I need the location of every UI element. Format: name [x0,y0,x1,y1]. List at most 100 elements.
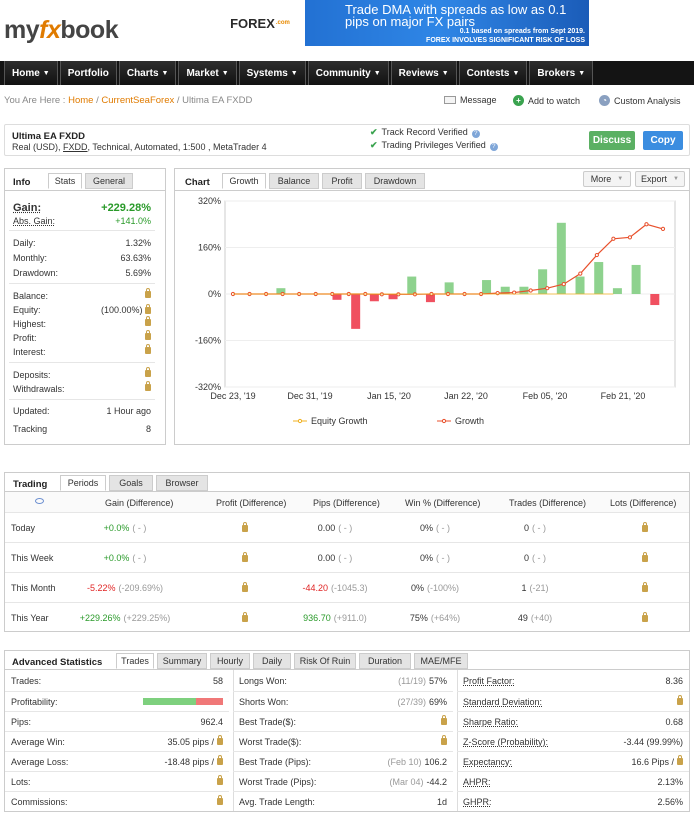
help-icon[interactable]: ? [471,130,480,138]
stat-label: Profitability: [11,696,58,707]
stat-label: Lots: [11,776,31,787]
eye-icon[interactable] [35,498,44,504]
difference: (+229.25%) [123,613,171,623]
col-win: Win % (Difference) [405,498,481,508]
myfxbook-logo[interactable]: myfxbook [4,16,119,45]
tab-browser[interactable]: Browser [156,475,208,491]
stat-label: Worst Trade (Pips): [239,776,317,787]
copy-button[interactable]: Copy [643,131,683,150]
difference: ( - ) [436,523,450,533]
legend-equity-marker [297,418,303,424]
tab-drawdown[interactable]: Drawdown [365,173,425,189]
stat-label: Sharpe Ratio: [463,716,519,727]
balance-label: Balance: [13,291,49,301]
nav-item-brokers[interactable]: Brokers ▼ [529,61,594,85]
broker-link[interactable]: FXDD [63,142,88,152]
custom-analysis-button[interactable]: ◔ Custom Analysis [599,95,681,106]
forex-ad-banner[interactable]: FOREX .com Trade DMA with spreads as low … [215,0,589,46]
add-to-watch-button[interactable]: + Add to watch [513,95,580,106]
plus-icon: + [513,95,524,106]
value: 0.00 [317,553,336,563]
envelope-icon [444,96,456,104]
breadcrumb-home[interactable]: Home [68,95,93,106]
nav-item-charts[interactable]: Charts ▼ [118,61,177,85]
custom-analysis-label: Custom Analysis [614,95,681,106]
tab-trades[interactable]: Trades [116,653,154,669]
nav-item-systems[interactable]: Systems ▼ [238,61,306,85]
tab-summary[interactable]: Summary [157,653,207,669]
growth-point [594,252,599,258]
stat-row: Profit Factor: 8.36 [457,671,689,691]
tab-mae-mfe[interactable]: MAE/MFE [414,653,468,669]
nav-item-contests[interactable]: Contests ▼ [458,61,528,85]
lock-icon [217,795,223,805]
stat-label: GHPR: [463,796,492,807]
stat-number: -18.48 pips / [164,756,214,767]
discuss-button[interactable]: Discuss [589,131,635,150]
nav-item-portfolio[interactable]: Portfolio [59,61,117,85]
tab-goals[interactable]: Goals [109,475,153,491]
nav-item-market[interactable]: Market ▼ [178,61,237,85]
stat-number: 1d [436,796,447,807]
value: 0 [523,523,529,533]
trades-cell: 1 (-21) [475,573,595,603]
tab-profit[interactable]: Profit [322,173,362,189]
tab-balance[interactable]: Balance [269,173,319,189]
gain-cell: +0.0%( - ) [65,513,185,543]
export-dropdown[interactable]: Export ▼ [635,171,685,187]
stat-row: Best Trade (Pips): (Feb 10) 106.2 [233,751,453,771]
breadcrumb-user[interactable]: CurrentSeaForex [101,95,174,106]
stat-number: 2.56% [657,796,683,807]
more-dropdown[interactable]: More ▼ [583,171,631,187]
equity-row: Equity: (100.00%) [13,304,151,315]
growth-point [611,236,616,241]
help-icon[interactable]: ? [489,143,498,151]
growth-point [578,271,583,276]
stat-label: Worst Trade($): [239,736,302,747]
main-nav: Home ▼ Portfolio Charts ▼ Market ▼ Systems ▼ Comm… [0,61,694,85]
stat-value: 962.4 [200,717,223,727]
tab-duration[interactable]: Duration [359,653,411,669]
tab-growth[interactable]: Growth [222,173,266,189]
stat-value [677,695,683,705]
nav-item-home[interactable]: Home ▼ [4,61,58,85]
value: 0 [523,553,529,563]
tab-daily[interactable]: Daily [253,653,291,669]
message-button[interactable]: Message [444,95,497,105]
monthly-label: Monthly: [13,253,48,263]
nav-item-reviews[interactable]: Reviews ▼ [390,61,457,85]
highest-row: Highest: [13,316,151,329]
lock-icon [677,695,683,705]
chevron-down-icon: ▼ [673,176,679,182]
difference: ( - ) [436,553,450,563]
nav-item-community[interactable]: Community ▼ [307,61,389,85]
stat-label: Standard Deviation: [463,696,543,707]
growth-bar [631,264,641,294]
tab-periods[interactable]: Periods [60,475,106,491]
stat-number: 16.6 Pips / [631,756,674,767]
stat-label: Trades: [11,676,42,686]
tab-risk-of-ruin[interactable]: Risk Of Ruin [294,653,356,669]
drawdown-label: Drawdown: [13,268,59,278]
lots-cell [585,573,694,603]
export-label: Export [641,174,668,184]
abs-gain-row: Abs. Gain: +141.0% [13,216,151,226]
tab-stats[interactable]: Stats [48,173,82,189]
stat-value: -18.48 pips / [164,755,223,767]
row-label: Today [11,523,36,533]
stat-label: Shorts Won: [239,696,289,707]
chevron-down-icon: ▼ [617,176,624,182]
withdrawals-label: Withdrawals: [13,384,65,394]
difference: (-21) [529,583,549,593]
caret-down-icon: ▼ [512,69,520,77]
growth-point [644,222,649,227]
tab-general[interactable]: General [85,173,133,189]
trades-cell: 0( - ) [475,513,595,543]
stat-label: Expectancy: [463,756,513,767]
col-lots: Lots (Difference) [610,498,677,508]
col-pips: Pips (Difference) [313,498,380,508]
caret-down-icon: ▼ [161,69,169,77]
difference: (+40) [530,613,553,623]
tab-hourly[interactable]: Hourly [210,653,250,669]
stat-number: 0.68 [665,716,683,727]
